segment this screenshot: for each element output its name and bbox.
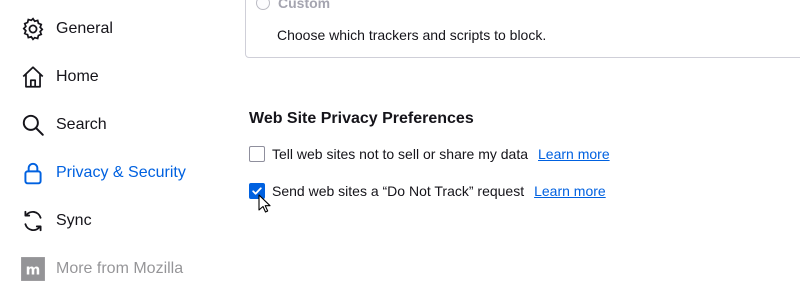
svg-text:m: m xyxy=(26,262,41,278)
mozilla-icon: m xyxy=(20,256,46,282)
sidebar-item-home[interactable]: Home xyxy=(20,61,230,93)
search-icon xyxy=(20,112,46,138)
sidebar-item-search[interactable]: Search xyxy=(20,109,230,141)
sidebar-item-label: Sync xyxy=(56,212,92,229)
sidebar-item-more-from-mozilla[interactable]: m More from Mozilla xyxy=(20,253,230,285)
lock-icon xyxy=(20,160,46,186)
do-not-sell-label: Tell web sites not to sell or share my d… xyxy=(272,146,529,162)
sync-icon xyxy=(20,208,46,234)
sidebar-item-label: Search xyxy=(56,116,107,133)
sidebar: General Home Search Privacy & Security S… xyxy=(0,0,240,281)
custom-description: Choose which trackers and scripts to blo… xyxy=(277,27,547,43)
home-icon xyxy=(20,64,46,90)
do-not-track-label: Send web sites a “Do Not Track” request xyxy=(272,183,525,199)
custom-radio-label: Custom xyxy=(278,0,331,11)
custom-radio[interactable] xyxy=(256,0,270,10)
do-not-track-learn-more-link[interactable]: Learn more xyxy=(534,183,606,199)
sidebar-item-privacy-security[interactable]: Privacy & Security xyxy=(20,157,230,189)
sidebar-item-label: Home xyxy=(56,68,99,85)
sidebar-item-general[interactable]: General xyxy=(20,13,230,45)
sidebar-item-sync[interactable]: Sync xyxy=(20,205,230,237)
mouse-cursor-icon xyxy=(258,194,271,213)
gear-icon xyxy=(20,16,46,42)
sidebar-item-label: More from Mozilla xyxy=(56,260,184,277)
do-not-sell-learn-more-link[interactable]: Learn more xyxy=(538,146,610,162)
sidebar-item-label: General xyxy=(56,20,113,37)
section-title: Web Site Privacy Preferences xyxy=(249,110,474,127)
do-not-track-option: Send web sites a “Do Not Track” request … xyxy=(249,181,606,201)
do-not-sell-checkbox[interactable] xyxy=(249,146,265,162)
sidebar-item-label: Privacy & Security xyxy=(56,164,186,181)
do-not-sell-option: Tell web sites not to sell or share my d… xyxy=(249,144,610,164)
tracking-custom-card: Custom Choose which trackers and scripts… xyxy=(245,0,800,58)
